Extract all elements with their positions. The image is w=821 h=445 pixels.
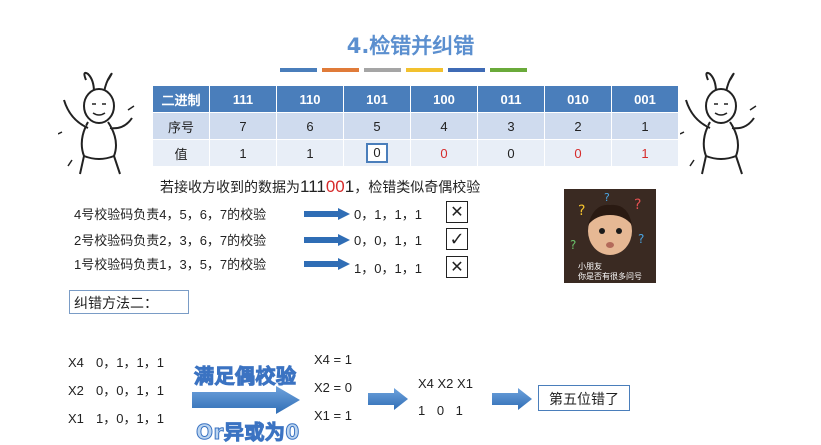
x2-name: X2 <box>68 383 84 398</box>
check-label-1: 1号校验码负责1，3，5，7的校验 <box>74 257 267 272</box>
received-data-sentence: 若接收方收到的数据为111001，检错类似奇偶校验 <box>160 177 480 197</box>
arrow-right-icon <box>304 234 350 246</box>
title-bar-3 <box>364 68 401 72</box>
title-bar-2 <box>322 68 359 72</box>
arrow-right-icon <box>304 208 350 220</box>
binary-header: 二进制 <box>153 86 210 113</box>
x2-result: X2 = 0 <box>314 380 352 395</box>
table-cell: 7 <box>209 112 277 140</box>
highlighted-value: 0 <box>366 143 388 163</box>
confused-kid-meme-image: ? ? ? ? ? 小朋友 你是否有很多问号 <box>564 189 656 283</box>
data-black-part: 111 <box>300 177 326 196</box>
table-cell: 111 <box>209 86 277 113</box>
dancing-rabbit-right-icon <box>680 71 757 175</box>
table-cell: 1 <box>209 139 277 167</box>
cross-mark-icon: ✕ <box>446 256 468 278</box>
sentence-prefix: 若接收方收到的数据为 <box>160 179 300 195</box>
dancing-rabbit-left-icon <box>58 71 135 175</box>
x1-values: 1，0，1，1 <box>96 411 164 426</box>
table-cell: 6 <box>276 112 344 140</box>
index-row: 序号 7 6 5 4 3 2 1 <box>153 112 679 140</box>
title-bar-1 <box>280 68 317 72</box>
x1-result: X1 = 1 <box>314 408 352 423</box>
x4-result: X4 = 1 <box>314 352 352 367</box>
sentence-suffix: ，检错类似奇偶校验 <box>354 179 481 195</box>
cross-mark-icon: ✕ <box>446 201 468 223</box>
table-cell: 1 <box>611 112 679 140</box>
data-end-part: 1 <box>344 177 355 196</box>
table-cell: 0 <box>544 139 612 167</box>
table-cell: 1 <box>611 139 679 167</box>
table-cell: 4 <box>410 112 478 140</box>
table-cell-highlighted: 0 <box>343 139 411 167</box>
meme-caption-2: 你是否有很多问号 <box>578 272 642 281</box>
table-cell: 2 <box>544 112 612 140</box>
svg-text:?: ? <box>604 191 610 204</box>
data-red-part: 00 <box>325 177 345 196</box>
table-cell: 100 <box>410 86 478 113</box>
title-bar-4 <box>406 68 443 72</box>
svg-text:?: ? <box>638 232 644 246</box>
wordart-xor-zero: Or异或为0 <box>196 420 300 445</box>
title-bar-6 <box>490 68 527 72</box>
meme-caption-1: 小朋友 <box>578 262 602 271</box>
table-cell: 110 <box>276 86 344 113</box>
check-result-4: 0，1，1，1 <box>354 207 422 222</box>
combo-values: 1 0 1 <box>418 403 467 418</box>
table-cell: 5 <box>343 112 411 140</box>
table-cell: 001 <box>611 86 679 113</box>
x4-name: X4 <box>68 355 84 370</box>
x2-values: 0，0，1，1 <box>96 383 164 398</box>
check-mark-icon: ✓ <box>446 228 468 250</box>
title-color-bars <box>280 68 527 72</box>
x1-name: X1 <box>68 411 84 426</box>
index-header: 序号 <box>153 112 210 140</box>
check-label-4: 4号校验码负责4，5，6，7的校验 <box>74 207 267 222</box>
result-box: 第五位错了 <box>538 385 630 411</box>
check-result-2: 0，0，1，1 <box>354 233 422 248</box>
table-cell: 1 <box>276 139 344 167</box>
svg-text:?: ? <box>570 238 576 252</box>
table-cell: 3 <box>477 112 545 140</box>
title-bar-5 <box>448 68 485 72</box>
combo-header: X4 X2 X1 <box>418 376 473 391</box>
method-label-box: 纠错方法二： <box>69 290 189 314</box>
table-cell: 0 <box>477 139 545 167</box>
table-cell: 010 <box>544 86 612 113</box>
binary-row: 二进制 111 110 101 100 011 010 001 <box>153 86 679 113</box>
value-row: 值 1 1 0 0 0 0 1 <box>153 139 679 167</box>
big-arrow-right-icon <box>192 386 300 414</box>
value-header: 值 <box>153 139 210 167</box>
hamming-table: 二进制 111 110 101 100 011 010 001 序号 7 6 5… <box>153 86 679 167</box>
check-result-1: 1，0，1，1 <box>354 261 422 276</box>
arrow-right-icon <box>492 388 532 410</box>
x4-values: 0，1，1，1 <box>96 355 164 370</box>
arrow-right-icon <box>368 388 408 410</box>
arrow-right-icon <box>304 258 350 270</box>
svg-text:?: ? <box>634 197 641 213</box>
wordart-even-parity: 满足偶校验 <box>194 364 297 389</box>
table-cell: 101 <box>343 86 411 113</box>
slide-title: 4.检错并纠错 <box>346 34 475 58</box>
table-cell: 011 <box>477 86 545 113</box>
table-cell: 0 <box>410 139 478 167</box>
check-label-2: 2号校验码负责2，3，6，7的校验 <box>74 233 267 248</box>
svg-text:?: ? <box>578 203 585 219</box>
